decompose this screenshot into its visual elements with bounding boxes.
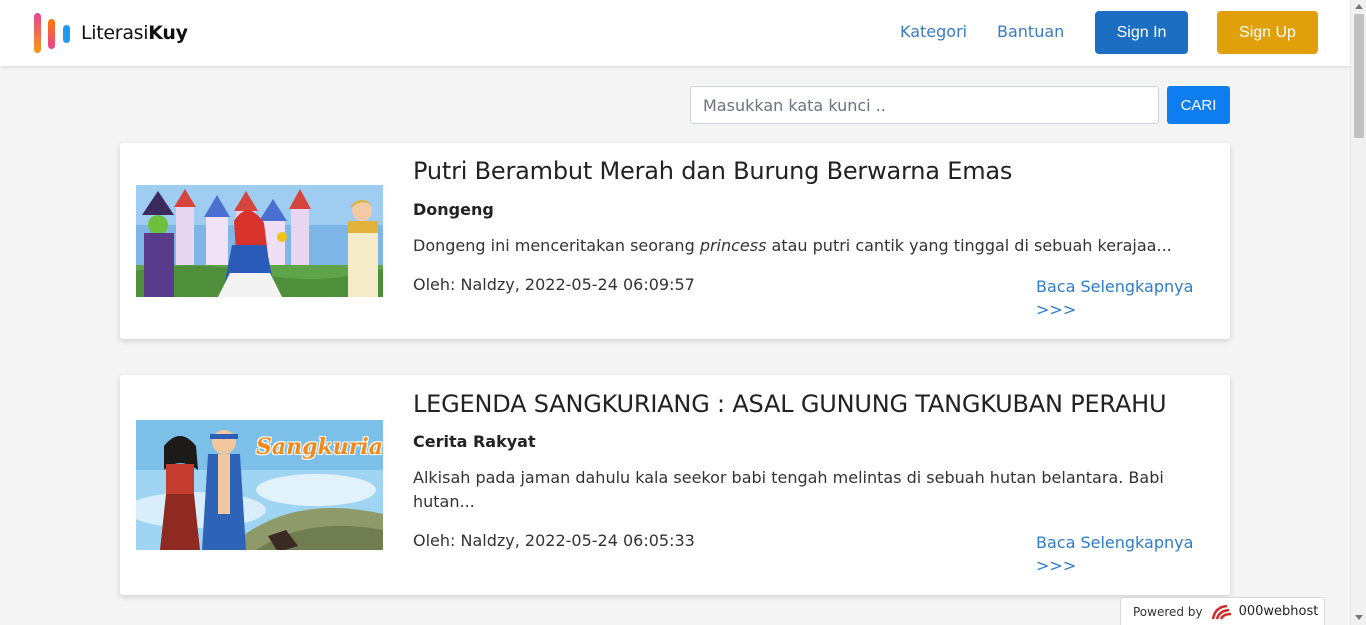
powered-by-brand: 000webhost — [1238, 604, 1319, 619]
logo-icon — [34, 13, 74, 53]
search-button[interactable]: CARI — [1167, 86, 1230, 124]
nav-bantuan-link[interactable]: Bantuan — [997, 22, 1064, 41]
article-meta: Oleh: Naldzy, 2022-05-24 06:09:57 — [413, 275, 695, 294]
nav-kategori-link[interactable]: Kategori — [900, 22, 967, 41]
article-category: Cerita Rakyat — [413, 432, 536, 451]
sign-in-button[interactable]: Sign In — [1095, 11, 1188, 54]
webhost-logo-icon — [1211, 604, 1231, 620]
article-thumbnail[interactable]: Sangkuriang — [136, 420, 383, 550]
scroll-thumb[interactable] — [1354, 14, 1364, 138]
article-thumbnail[interactable] — [136, 185, 383, 297]
article-excerpt: Dongeng ini menceritakan seorang princes… — [413, 236, 1172, 255]
scroll-down-icon[interactable] — [1355, 615, 1363, 620]
powered-by-badge[interactable]: Powered by 000webhost — [1120, 597, 1325, 625]
article-title[interactable]: LEGENDA SANGKURIANG : ASAL GUNUNG TANGKU… — [413, 390, 1167, 418]
sign-up-button[interactable]: Sign Up — [1217, 11, 1318, 54]
article-excerpt: Alkisah pada jaman dahulu kala seekor ba… — [413, 468, 1164, 511]
scroll-up-icon[interactable] — [1355, 4, 1363, 9]
article-meta: Oleh: Naldzy, 2022-05-24 06:05:33 — [413, 531, 695, 550]
search-input[interactable] — [690, 86, 1159, 124]
page-scrollbar[interactable] — [1350, 0, 1366, 625]
article-category: Dongeng — [413, 200, 494, 219]
brand-name: LiterasiKuy — [81, 22, 188, 44]
brand-logo[interactable]: LiterasiKuy — [34, 13, 188, 53]
navbar: LiterasiKuy Kategori Bantuan Sign In Sig… — [0, 0, 1350, 66]
read-more-link[interactable]: Baca Selengkapnya >>> — [1036, 531, 1211, 577]
article-card: Putri Berambut Merah dan Burung Berwarna… — [120, 143, 1230, 339]
read-more-link[interactable]: Baca Selengkapnya >>> — [1036, 275, 1211, 321]
article-title[interactable]: Putri Berambut Merah dan Burung Berwarna… — [413, 157, 1012, 185]
powered-by-label: Powered by — [1133, 604, 1203, 619]
thumbnail-caption: Sangkuriang — [256, 434, 383, 460]
princess-illustration — [136, 185, 383, 297]
article-card: Sangkuriang LEGENDA SANGKURIANG : ASAL G… — [120, 375, 1230, 595]
